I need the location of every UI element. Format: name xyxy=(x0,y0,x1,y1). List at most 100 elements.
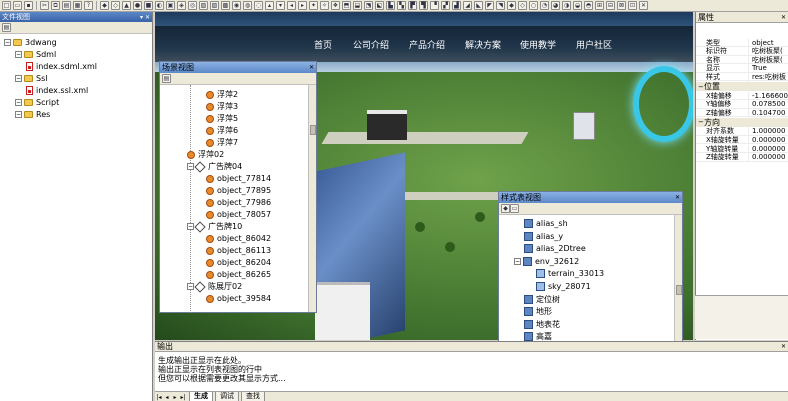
style-tree-item[interactable]: 定位树 xyxy=(524,294,560,305)
scene-tree-item[interactable]: − 陈展厅02 xyxy=(187,280,242,293)
property-row[interactable]: Z轴旋转量 0.000000 xyxy=(696,153,788,162)
property-value[interactable]: 0.000000 xyxy=(748,135,788,144)
tool-icon[interactable]: ✕ xyxy=(639,1,648,10)
scene-tree-item[interactable]: 浮萍6 xyxy=(206,125,238,136)
tool-icon[interactable]: ▙ xyxy=(386,1,395,10)
tool-icon[interactable]: ▟ xyxy=(452,1,461,10)
style-tree-item[interactable]: alias_sh xyxy=(524,218,568,229)
tool-icon[interactable]: ◢ xyxy=(463,1,472,10)
tool-icon[interactable]: ◕ xyxy=(551,1,560,10)
file-tree-item[interactable]: − Sdml xyxy=(15,49,56,60)
property-value[interactable]: 0.078500 xyxy=(748,100,788,109)
property-value[interactable]: 1.000000 xyxy=(748,127,788,136)
tool-icon[interactable]: ◇ xyxy=(518,1,527,10)
tool-icon[interactable]: ▨ xyxy=(210,1,219,10)
file-tree-item[interactable]: − Res xyxy=(15,109,50,120)
tool-icon[interactable]: ▾ xyxy=(276,1,285,10)
tool-icon[interactable]: ▛ xyxy=(408,1,417,10)
tool-icon[interactable]: ◆ xyxy=(100,1,109,10)
first-tab-icon[interactable]: |◂ xyxy=(155,394,163,401)
file-tree-item[interactable]: − Script xyxy=(15,97,59,108)
tool-icon[interactable]: ▜ xyxy=(419,1,428,10)
tool-icon[interactable]: ▝ xyxy=(430,1,439,10)
property-value[interactable]: -1.166600 xyxy=(748,91,788,100)
scene-tree-item[interactable]: object_86042 xyxy=(206,233,271,244)
collapse-icon[interactable]: − xyxy=(15,111,22,118)
nav-home[interactable]: 首页 xyxy=(314,38,332,51)
tool-icon[interactable]: ❖ xyxy=(331,1,340,10)
tool-icon[interactable]: ▞ xyxy=(441,1,450,10)
scene-tree-item[interactable]: object_39584 xyxy=(206,293,271,304)
collapse-icon[interactable]: − xyxy=(514,257,521,265)
nav-tutorial[interactable]: 使用教学 xyxy=(520,38,556,51)
tool-icon[interactable]: ⬓ xyxy=(353,1,362,10)
scene-tree-item[interactable]: 浮萍7 xyxy=(206,137,238,148)
style-tree-item[interactable]: 地表花 xyxy=(524,319,560,330)
style-tree-item[interactable]: alias_2Dtree xyxy=(524,243,586,254)
tab-find[interactable]: 查找 xyxy=(241,392,265,401)
nav-solutions[interactable]: 解决方案 xyxy=(465,38,501,51)
property-value[interactable]: 0.000000 xyxy=(748,144,788,153)
close-icon[interactable]: ✕ xyxy=(781,14,786,21)
close-icon[interactable]: ✕ xyxy=(675,194,680,201)
paste-icon[interactable]: ▤ xyxy=(62,1,71,10)
scene-scrollbar[interactable] xyxy=(308,85,316,312)
file-tree-item[interactable]: index.sdml.xml xyxy=(26,61,97,72)
style-tree-item[interactable]: alias_y xyxy=(524,231,563,242)
tool-icon[interactable]: ◆ xyxy=(507,1,516,10)
tool-icon[interactable]: ◣ xyxy=(474,1,483,10)
tab-debug[interactable]: 调试 xyxy=(215,392,239,401)
tool-icon[interactable]: ◒ xyxy=(573,1,582,10)
tool-icon[interactable]: ◐ xyxy=(155,1,164,10)
collapse-icon[interactable]: − xyxy=(15,51,22,58)
cut-icon[interactable]: ✂ xyxy=(40,1,49,10)
style-tree-item[interactable]: − env_32612 xyxy=(514,256,579,267)
collapse-icon[interactable]: − xyxy=(15,99,22,106)
file-tree-item[interactable]: − 3dwang xyxy=(4,37,57,48)
scene-tree-item[interactable]: object_86265 xyxy=(206,269,271,280)
property-value[interactable]: 吃树板聚( xyxy=(748,54,788,65)
tool-icon[interactable]: ⊡ xyxy=(628,1,637,10)
tool-icon[interactable]: ✧ xyxy=(320,1,329,10)
file-tree-item[interactable]: − Ssl xyxy=(15,73,47,84)
save-icon[interactable]: ▪ xyxy=(24,1,33,10)
style-tree-item[interactable]: terrain_33013 xyxy=(536,268,604,279)
scene-tree-item[interactable]: object_77814 xyxy=(206,173,271,184)
scene-tree-item[interactable]: 浮萍3 xyxy=(206,101,238,112)
scene-tree-item[interactable]: 浮萍2 xyxy=(206,89,238,100)
style-tree-item[interactable]: sky_28071 xyxy=(536,281,591,292)
prev-tab-icon[interactable]: ◂ xyxy=(163,394,171,401)
tool-icon[interactable]: ◓ xyxy=(584,1,593,10)
tool-icon[interactable]: ⬔ xyxy=(364,1,373,10)
close-icon[interactable]: ✕ xyxy=(309,64,314,71)
pin-icon[interactable]: ▾ xyxy=(140,14,143,21)
scene-tree-item[interactable]: − 广告牌04 xyxy=(187,160,242,173)
tool-icon[interactable]: ◎ xyxy=(188,1,197,10)
tool-icon[interactable]: ▚ xyxy=(397,1,406,10)
tool-icon[interactable]: ⊟ xyxy=(606,1,615,10)
new-file-icon[interactable]: □ xyxy=(2,1,11,10)
tool-icon[interactable]: ◌ xyxy=(254,1,263,10)
property-value[interactable]: 0.104700 xyxy=(748,108,788,117)
last-tab-icon[interactable]: ▸| xyxy=(179,394,187,401)
tool-icon[interactable]: ⊠ xyxy=(617,1,626,10)
tool-icon[interactable]: ▣ xyxy=(166,1,175,10)
nav-company[interactable]: 公司介绍 xyxy=(353,38,389,51)
property-value[interactable]: res:吃树板 xyxy=(748,71,788,82)
nav-products[interactable]: 产品介绍 xyxy=(409,38,445,51)
tool-icon[interactable]: ● xyxy=(133,1,142,10)
tool-icon[interactable]: ▧ xyxy=(199,1,208,10)
tool-icon[interactable]: ○ xyxy=(529,1,538,10)
scene-tree-item[interactable]: object_86204 xyxy=(206,257,271,268)
tool-icon[interactable]: ◈ xyxy=(177,1,186,10)
tool-icon[interactable]: ⬒ xyxy=(342,1,351,10)
tool-icon[interactable]: ▩ xyxy=(221,1,230,10)
tool-icon[interactable]: ⬕ xyxy=(375,1,384,10)
tool-icon[interactable]: ◉ xyxy=(232,1,241,10)
refresh-icon[interactable]: ▤ xyxy=(162,74,171,83)
nav-community[interactable]: 用户社区 xyxy=(576,38,612,51)
file-tree-item[interactable]: index.ssl.xml xyxy=(26,85,88,96)
tool-icon[interactable]: ◤ xyxy=(485,1,494,10)
next-tab-icon[interactable]: ▸ xyxy=(171,394,179,401)
help-icon[interactable]: ? xyxy=(84,1,93,10)
